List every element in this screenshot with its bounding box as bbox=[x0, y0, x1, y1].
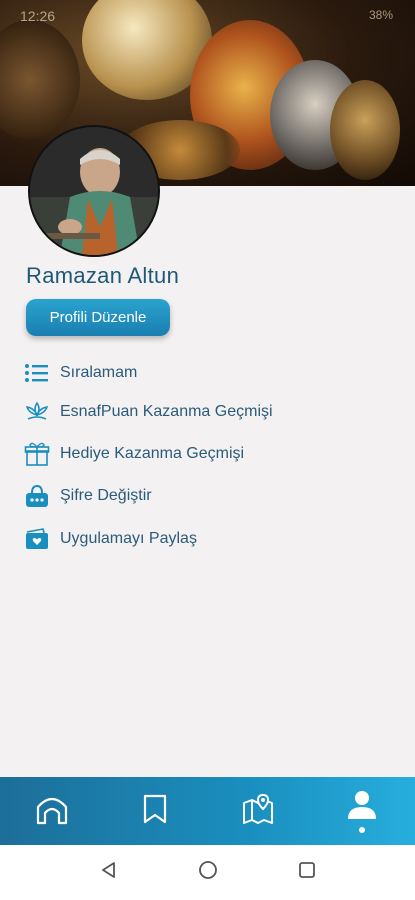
person-icon bbox=[346, 789, 378, 833]
menu-item-label: Şifre Değiştir bbox=[60, 487, 152, 504]
lotus-icon bbox=[24, 399, 50, 425]
home-icon bbox=[35, 793, 69, 830]
bottom-navigation bbox=[0, 777, 415, 845]
list-icon bbox=[24, 360, 50, 386]
system-navigation-bar bbox=[0, 845, 415, 900]
nav-bookmarks[interactable] bbox=[103, 777, 206, 845]
nav-profile[interactable] bbox=[310, 777, 413, 845]
menu-item-ranking[interactable]: Sıralamam bbox=[24, 358, 137, 388]
back-button[interactable] bbox=[94, 857, 124, 887]
share-wallet-icon bbox=[24, 526, 50, 552]
recents-button[interactable] bbox=[292, 857, 322, 887]
menu-item-share-app[interactable]: Uygulamayı Paylaş bbox=[24, 524, 197, 554]
avatar-photo bbox=[30, 127, 158, 255]
bookmark-icon bbox=[142, 794, 168, 829]
menu-item-label: EsnafPuan Kazanma Geçmişi bbox=[60, 403, 273, 420]
edit-profile-button[interactable]: Profili Düzenle bbox=[26, 299, 170, 336]
menu-item-gift-history[interactable]: Hediye Kazanma Geçmişi bbox=[24, 439, 244, 469]
status-time: 12:26 bbox=[20, 8, 56, 24]
menu-item-change-password[interactable]: Şifre Değiştir bbox=[24, 481, 152, 511]
gift-icon bbox=[24, 441, 50, 467]
menu-item-label: Sıralamam bbox=[60, 364, 138, 381]
back-triangle-icon bbox=[100, 861, 118, 884]
nav-home[interactable] bbox=[0, 777, 103, 845]
lock-bag-icon bbox=[24, 483, 50, 509]
home-button[interactable] bbox=[193, 857, 223, 887]
recents-square-icon bbox=[298, 861, 316, 884]
home-circle-icon bbox=[198, 860, 218, 885]
map-icon bbox=[242, 793, 274, 830]
nav-map[interactable] bbox=[206, 777, 309, 845]
menu-item-label: Uygulamayı Paylaş bbox=[60, 530, 197, 547]
menu-item-label: Hediye Kazanma Geçmişi bbox=[60, 445, 245, 462]
avatar[interactable] bbox=[28, 125, 160, 257]
menu-item-points-history[interactable]: EsnafPuan Kazanma Geçmişi bbox=[24, 397, 273, 427]
status-battery: 38% bbox=[368, 8, 393, 22]
active-indicator-dot bbox=[358, 827, 365, 833]
profile-name: Ramazan Altun bbox=[26, 263, 180, 288]
